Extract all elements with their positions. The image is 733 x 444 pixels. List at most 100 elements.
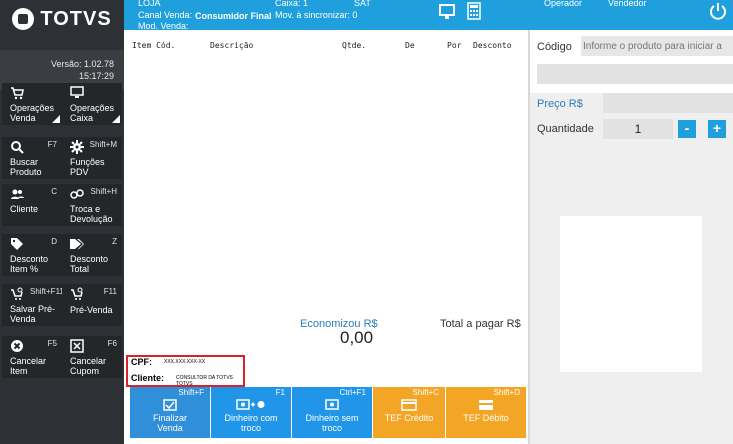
cash-change-icon [236, 399, 265, 410]
monitor-icon[interactable] [439, 4, 455, 20]
gear-icon [70, 140, 84, 154]
total-pagar-label: Total a pagar R$ [440, 318, 521, 330]
shortcut-key: Shift+H [90, 187, 117, 196]
shortcut-key: F6 [107, 339, 117, 348]
monitor-icon [70, 86, 84, 98]
close-circle-icon [11, 340, 23, 352]
codigo-input[interactable] [581, 36, 733, 56]
shortcut-key: C [51, 187, 57, 196]
cart-icon [11, 87, 24, 100]
shortcut-key: F5 [47, 339, 57, 348]
tef-credito-button[interactable]: Shift+C TEF Crédito [373, 387, 445, 438]
quantidade-field[interactable]: 1 [603, 119, 673, 139]
cliente-label: Cliente: [131, 373, 165, 383]
finalizar-venda-button[interactable]: Shift+F Finalizar Venda [130, 387, 210, 438]
dinheiro-com-troco-button[interactable]: F1 Dinheiro com troco [211, 387, 291, 438]
tile-cancelar-cupom[interactable]: F6 Cancelar Cupom [62, 336, 122, 378]
version-text: Versão: 1.02.78 [50, 59, 114, 69]
search-icon [11, 141, 24, 154]
brand-name: TOTVS [40, 7, 112, 30]
tile-salvar-pre-venda[interactable]: Shift+F11 Salvar Pré-Venda [2, 284, 64, 326]
quantity-minus-button[interactable]: - [678, 120, 696, 138]
shortcut-key: Z [112, 237, 117, 246]
operator-panel: Operador Vendedor [530, 0, 733, 30]
product-description-field [537, 64, 733, 84]
sidebar-footer [0, 385, 124, 444]
tile-label: Troca e Devolução [70, 204, 113, 224]
col-por: Por [447, 41, 462, 50]
tef-debito-button[interactable]: Shift+D TEF Débito [446, 387, 526, 438]
clock-text: 15:17:29 [78, 71, 114, 81]
tile-operacoes-venda[interactable]: Operações Venda [2, 83, 62, 125]
shortcut-key: F11 [103, 287, 117, 296]
item-table-header: Item Cód. Descrição Qtde. De Por Descont… [124, 38, 530, 52]
calculator-icon[interactable] [467, 2, 481, 20]
tile-label: Cancelar Cupom [70, 356, 107, 376]
tile-operacoes-caixa[interactable]: Operações Caixa [62, 83, 122, 125]
col-qtde: Qtde. [342, 41, 367, 50]
preco-field[interactable] [603, 93, 733, 113]
action-label: Finalizar Venda [152, 413, 187, 433]
totvs-logo-icon [12, 8, 35, 30]
expand-corner-icon [112, 115, 120, 123]
tile-troca-devolucao[interactable]: Shift+H Troca e Devolução [62, 184, 122, 226]
cart-clock-icon [71, 287, 83, 300]
exchange-icon [70, 189, 84, 199]
power-icon[interactable] [709, 2, 727, 20]
action-label: Dinheiro sem troco [305, 413, 359, 433]
sat-text: SAT [354, 0, 371, 8]
checkbox-icon [163, 399, 177, 411]
cancel-box-icon [70, 339, 84, 353]
canal-value: Consumidor Final [195, 11, 272, 21]
shortcut-key: F7 [47, 140, 57, 149]
credit-card-icon [401, 399, 417, 411]
shortcut-key: Shift+F [178, 388, 204, 397]
cart-save-icon [11, 287, 23, 300]
shortcut-key: Shift+M [89, 140, 117, 149]
totvs-logo: TOTVS [0, 0, 124, 38]
col-item-cod: Item Cód. [132, 41, 176, 50]
shortcut-key: Shift+D [493, 388, 520, 397]
quantidade-label: Quantidade [537, 123, 594, 135]
tile-cancelar-item[interactable]: F5 Cancelar Item [2, 336, 62, 378]
product-image-placeholder [560, 216, 702, 372]
tile-desconto-item[interactable]: D Desconto Item % [2, 234, 62, 276]
tile-label: Buscar Produto [10, 157, 42, 177]
caixa-text: Caixa: 1 [275, 0, 309, 8]
preco-label: Preço R$ [537, 98, 583, 110]
tile-label: Desconto Item % [10, 254, 49, 274]
tile-label: Cancelar Item [10, 356, 47, 376]
cliente-value: CONSULTOR DA TOTVS TOTVS [176, 375, 233, 387]
quantity-plus-button[interactable]: + [708, 120, 726, 138]
product-entry-panel: Código Preço R$ Quantidade 1 - + [530, 30, 733, 444]
action-label: Dinheiro com troco [224, 413, 278, 433]
cpf-value: XXX.XXX.XXX-XX [164, 359, 206, 365]
tile-cliente[interactable]: C Cliente [2, 184, 62, 226]
col-de: De [405, 41, 415, 50]
tile-desconto-total[interactable]: Z Desconto Total [62, 234, 122, 276]
cpf-label: CPF: [131, 357, 152, 367]
customer-info-box[interactable]: CPF: XXX.XXX.XXX-XX Cliente: CONSULTOR D… [126, 355, 245, 387]
item-list[interactable] [124, 52, 528, 308]
tile-label: Cliente [10, 204, 39, 214]
col-desconto: Desconto [473, 41, 512, 50]
users-icon [11, 189, 24, 199]
mod-label: Mod. Venda: [138, 21, 189, 31]
codigo-label: Código [537, 41, 572, 53]
vendedor-label: Vendedor [608, 0, 647, 8]
action-label: TEF Crédito [384, 413, 434, 423]
tile-label: Operações Venda [10, 103, 55, 123]
status-bar: LOJA Caixa: 1 SAT Canal Venda: Consumido… [124, 0, 530, 31]
loja-label: LOJA [138, 0, 161, 8]
tile-pre-venda[interactable]: F11 Pré-Venda [62, 284, 122, 326]
tile-funcoes-pdv[interactable]: Shift+M Funções PDV [62, 137, 122, 179]
tile-buscar-produto[interactable]: F7 Buscar Produto [2, 137, 62, 179]
tags-icon [70, 239, 84, 249]
debit-card-icon [479, 400, 493, 410]
expand-corner-icon [52, 115, 60, 123]
shortcut-key: Shift+F11 [30, 287, 64, 296]
tile-label: Salvar Pré-Venda [10, 304, 56, 324]
tile-label: Desconto Total [70, 254, 109, 274]
cash-icon [325, 399, 339, 410]
dinheiro-sem-troco-button[interactable]: Ctrl+F1 Dinheiro sem troco [292, 387, 372, 438]
